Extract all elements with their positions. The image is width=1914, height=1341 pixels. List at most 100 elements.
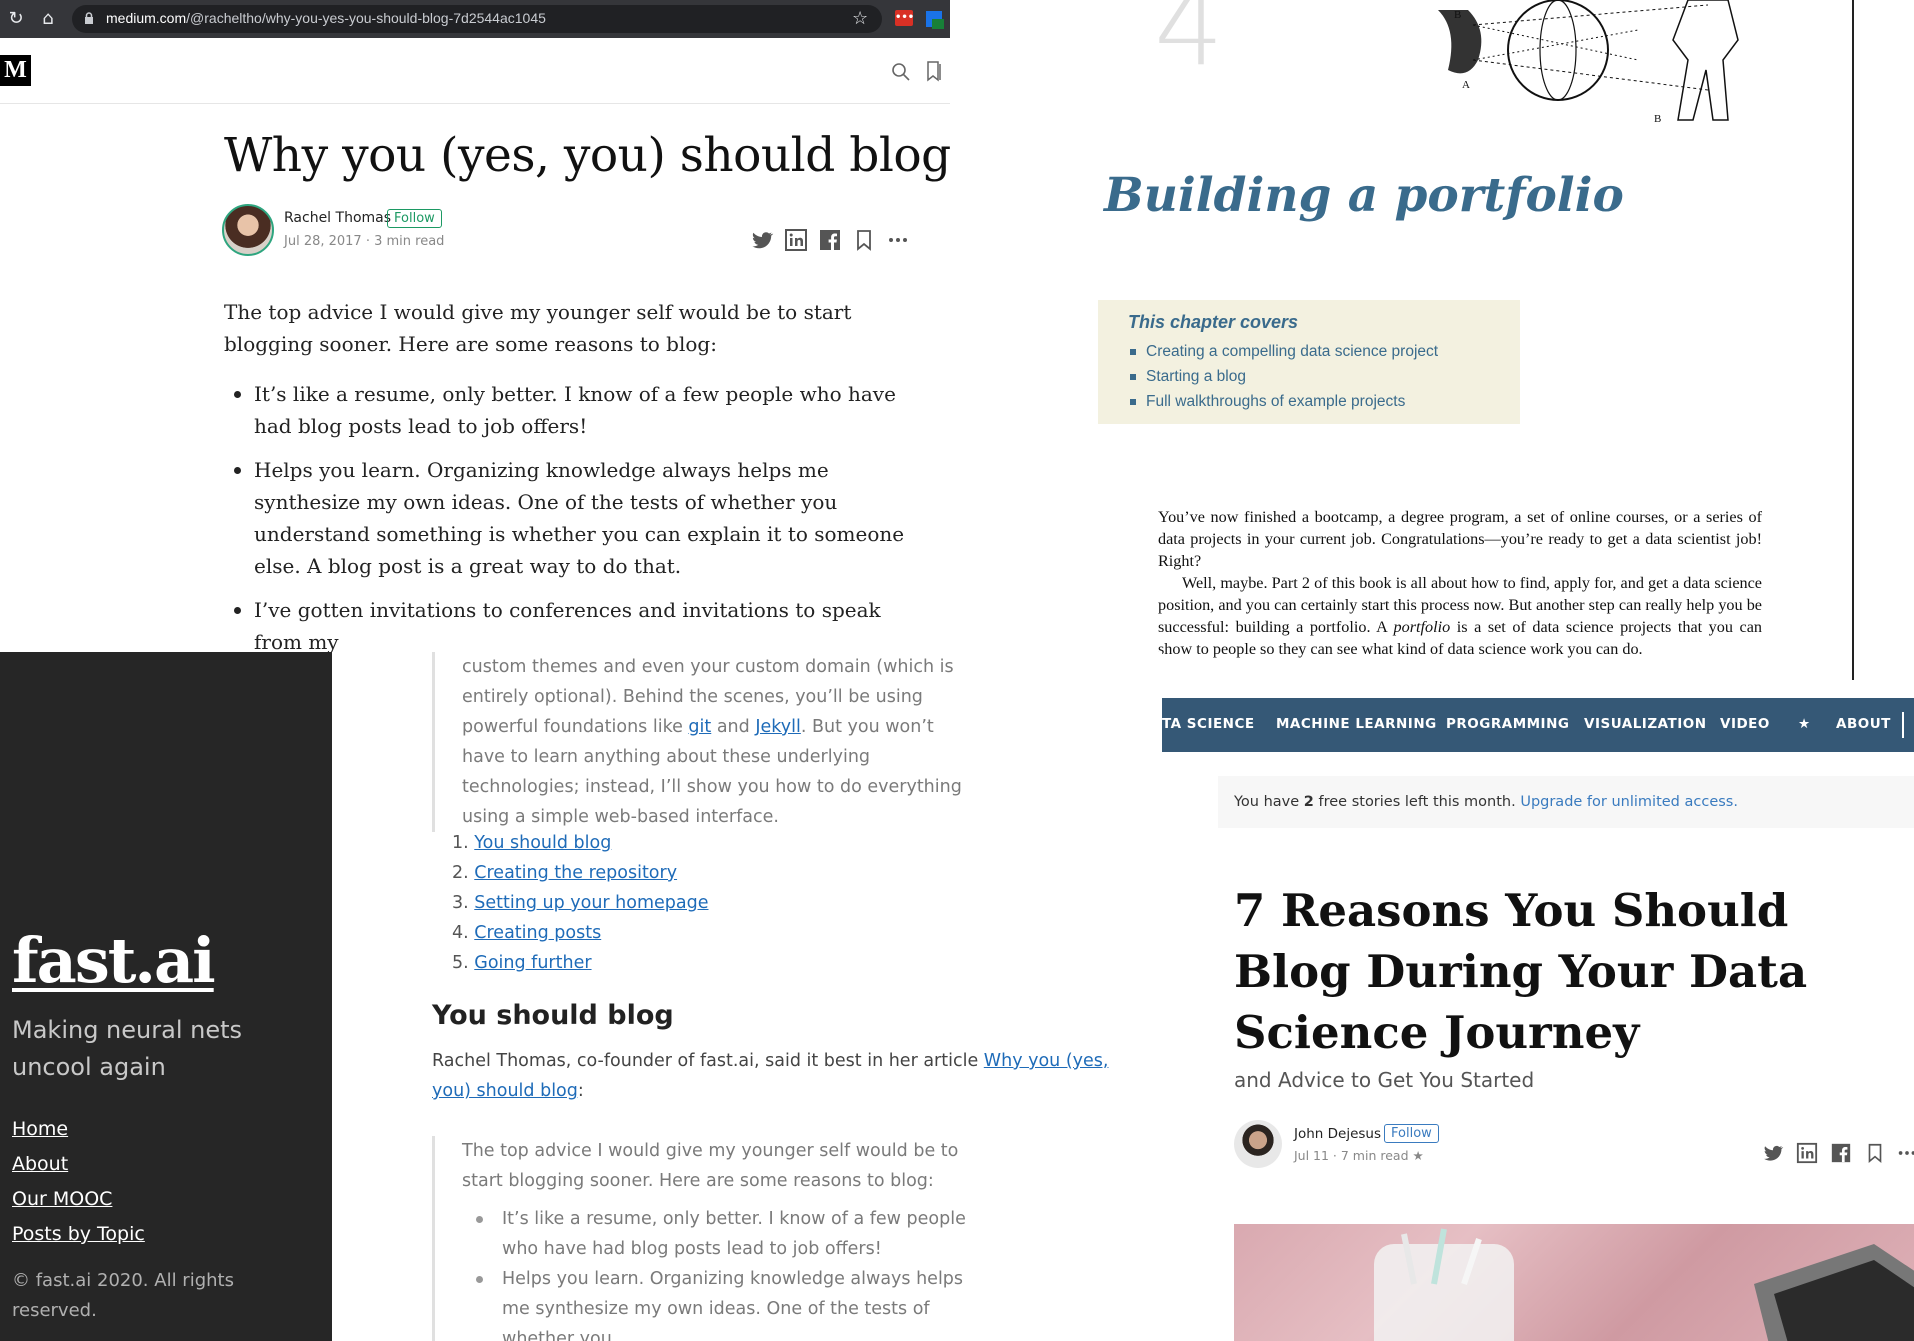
site-tagline: Making neural nets uncool again [12, 1016, 243, 1081]
covers-list: Creating a compelling data science proje… [1128, 339, 1490, 414]
search-icon[interactable] [891, 62, 911, 82]
list-item: Creating a compelling data science proje… [1128, 339, 1490, 364]
nav-item-star[interactable]: ★ [1798, 716, 1811, 732]
nav-item-programming[interactable]: PROGRAMMING [1446, 716, 1569, 732]
nav-item-data-science[interactable]: TA SCIENCE [1162, 716, 1255, 732]
chapter-title: Building a portfolio [1104, 168, 1624, 223]
toc-link[interactable]: Creating posts [474, 923, 601, 943]
hero-photo-shapes [1374, 1228, 1914, 1341]
more-icon[interactable] [1896, 1142, 1914, 1164]
fastai-article: custom themes and even your custom domai… [332, 652, 1162, 1341]
book-page: 4 B A B Building a portfolio This chapte… [968, 0, 1854, 680]
reasons-list: It’s like a resume, only better. I know … [224, 378, 924, 652]
nav-item-visualization[interactable]: VISUALIZATION [1584, 716, 1707, 732]
toc-link[interactable]: You should blog [474, 833, 611, 853]
author-avatar[interactable] [1234, 1120, 1282, 1168]
medium-window: ↻ ⌂ medium.com/@racheltho/why-you-yes-yo… [0, 0, 950, 652]
list-item: I’ve gotten invitations to conferences a… [224, 594, 924, 652]
upgrade-link[interactable]: Upgrade for unlimited access. [1520, 794, 1738, 810]
bookmark-icon[interactable] [1864, 1142, 1886, 1164]
engraving-label-a: A [1462, 79, 1470, 91]
nav-item-video[interactable]: VIDEO [1720, 716, 1770, 732]
twitter-icon[interactable] [750, 228, 774, 252]
book-body: You’ve now finished a bootcamp, a degree… [1158, 506, 1762, 660]
extension-icon[interactable]: ••• [895, 10, 914, 26]
quote-list: It’s like a resume, only better. I know … [462, 1204, 982, 1341]
facebook-icon[interactable] [1830, 1142, 1852, 1164]
tds-article: TA SCIENCE MACHINE LEARNING PROGRAMMING … [1162, 680, 1914, 1341]
list-item: Helps you learn. Organizing knowledge al… [224, 454, 924, 582]
engraving-label-b: B [1454, 9, 1461, 21]
git-link[interactable]: git [688, 717, 711, 737]
intro-paragraph: The top advice I would give my younger s… [224, 300, 852, 356]
bookmarks-icon[interactable] [925, 60, 943, 82]
article-meta: Jul 11 · 7 min read ★ [1294, 1148, 1424, 1163]
list-item: Starting a blog [1128, 364, 1490, 389]
medium-logo[interactable]: M [0, 55, 31, 86]
chapter-covers-box: This chapter covers Creating a compellin… [1098, 300, 1520, 424]
nav-divider [1902, 712, 1904, 738]
nav-item-machine-learning[interactable]: MACHINE LEARNING [1276, 716, 1437, 732]
page-edge [1852, 0, 1854, 680]
home-icon[interactable]: ⌂ [38, 9, 58, 29]
article-body: The top advice I would give my younger s… [224, 296, 924, 652]
sidebar-item-mooc[interactable]: Our MOOC [12, 1182, 145, 1217]
toc-item: 3. Setting up your homepage [452, 893, 709, 913]
linkedin-icon[interactable] [1796, 1142, 1818, 1164]
follow-button[interactable]: Follow [387, 209, 442, 228]
list-item: It’s like a resume, only better. I know … [462, 1204, 982, 1264]
facebook-icon[interactable] [818, 228, 842, 252]
covers-heading: This chapter covers [1128, 312, 1299, 332]
toc-link[interactable]: Setting up your homepage [474, 893, 708, 913]
nav-item-about[interactable]: ABOUT [1836, 716, 1891, 732]
toc-link[interactable]: Going further [474, 953, 591, 973]
table-of-contents: 1. You should blog 2. Creating the repos… [452, 828, 709, 978]
blockquote: The top advice I would give my younger s… [432, 1136, 982, 1341]
list-item: Full walkthroughs of example projects [1128, 389, 1490, 414]
author-avatar[interactable] [222, 204, 274, 256]
reload-icon[interactable]: ↻ [6, 9, 26, 29]
sidebar-nav: Home About Our MOOC Posts by Topic [12, 1112, 145, 1252]
lock-icon [85, 12, 93, 24]
toc-item: 1. You should blog [452, 833, 612, 853]
extension-calendar-icon[interactable] [926, 9, 944, 29]
engraving-label-b2: B [1654, 113, 1661, 125]
article-subtitle: and Advice to Get You Started [1234, 1068, 1535, 1092]
medium-header: M [0, 38, 950, 104]
sidebar-item-home[interactable]: Home [12, 1112, 145, 1147]
article-title: Why you (yes, you) should blog [224, 128, 950, 183]
copyright: © fast.ai 2020. All rights reserved. [12, 1270, 234, 1321]
book-paragraph: You’ve now finished a bootcamp, a degree… [1158, 508, 1762, 570]
toc-item: 4. Creating posts [452, 923, 602, 943]
more-icon[interactable] [886, 228, 910, 252]
fastai-logo[interactable]: fast.ai [12, 924, 216, 997]
chapter-number: 4 [1154, 0, 1224, 90]
toc-item: 5. Going further [452, 953, 592, 973]
bookmark-icon[interactable] [852, 228, 876, 252]
meter-banner: You have 2 free stories left this month.… [1218, 776, 1914, 828]
fastai-sidebar: fast.ai Making neural nets uncool again … [0, 652, 332, 1341]
sidebar-item-posts-by-topic[interactable]: Posts by Topic [12, 1217, 145, 1252]
list-item: It’s like a resume, only better. I know … [224, 378, 924, 442]
bookmark-star-icon[interactable]: ☆ [852, 8, 868, 29]
publication-nav: TA SCIENCE MACHINE LEARNING PROGRAMMING … [1162, 698, 1914, 752]
twitter-icon[interactable] [1762, 1142, 1784, 1164]
author-name[interactable]: John Dejesus [1294, 1126, 1381, 1142]
blockquote: custom themes and even your custom domai… [432, 652, 982, 832]
browser-toolbar: ↻ ⌂ medium.com/@racheltho/why-you-yes-yo… [0, 0, 950, 38]
toc-item: 2. Creating the repository [452, 863, 678, 883]
quote-paragraph: The top advice I would give my younger s… [462, 1141, 959, 1191]
emphasis: portfolio [1393, 618, 1451, 636]
author-name[interactable]: Rachel Thomas [284, 210, 391, 226]
engraving-illustration: B A B [1438, 0, 1739, 125]
list-item: Helps you learn. Organizing knowledge al… [462, 1264, 982, 1341]
jekyll-link[interactable]: Jekyll [755, 717, 801, 737]
url-text: medium.com/@racheltho/why-you-yes-you-sh… [106, 10, 546, 26]
sidebar-item-about[interactable]: About [12, 1147, 145, 1182]
article-meta: Jul 28, 2017 · 3 min read [284, 234, 445, 249]
toc-link[interactable]: Creating the repository [474, 863, 677, 883]
article-paragraph: Rachel Thomas, co-founder of fast.ai, sa… [432, 1051, 1109, 1101]
linkedin-icon[interactable] [784, 228, 808, 252]
section-heading: You should blog [432, 1000, 674, 1031]
follow-button[interactable]: Follow [1384, 1124, 1439, 1143]
